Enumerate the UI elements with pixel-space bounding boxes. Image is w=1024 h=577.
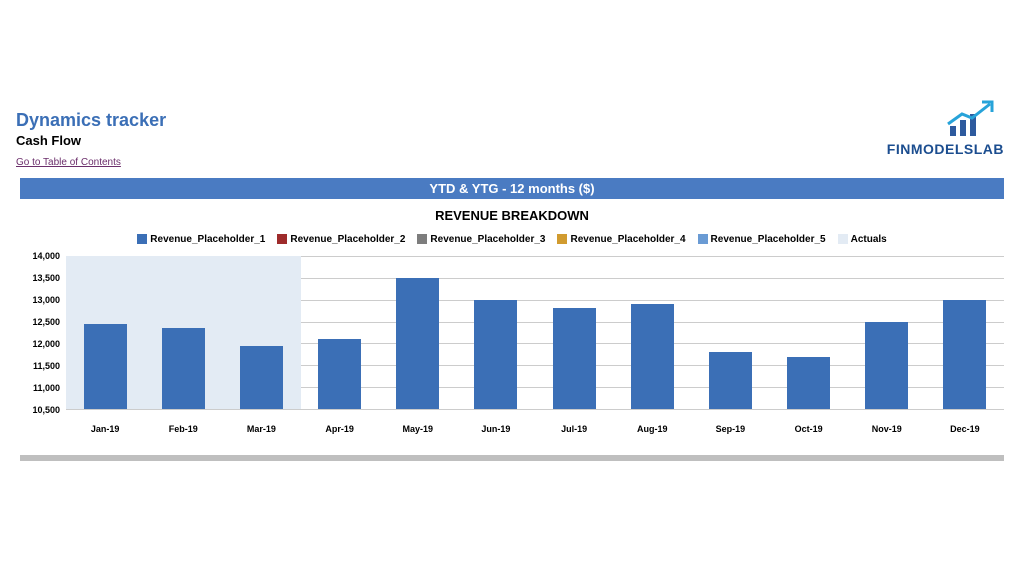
grid-line	[66, 409, 1004, 410]
x-label: Sep-19	[716, 424, 746, 434]
legend-swatch	[838, 234, 848, 244]
chart-area: 10,500 11,000 11,500 12,000 12,500 13,000 13,5…	[20, 250, 1004, 440]
logo-icon	[944, 100, 1004, 140]
chart-legend: Revenue_Placeholder_1 Revenue_Placeholder…	[0, 234, 1024, 245]
legend-item: Revenue_Placeholder_2	[277, 234, 405, 245]
bar	[709, 352, 752, 409]
x-label: Jan-19	[91, 424, 120, 434]
legend-swatch	[277, 234, 287, 244]
legend-item: Revenue_Placeholder_4	[557, 234, 685, 245]
logo: FINMODELSLAB	[887, 100, 1004, 157]
y-tick: 11,000	[33, 383, 60, 393]
page-subtitle: Cash Flow	[16, 133, 1008, 148]
legend-swatch	[137, 234, 147, 244]
chart-title: REVENUE BREAKDOWN	[0, 208, 1024, 223]
x-label: Mar-19	[247, 424, 276, 434]
x-label: Dec-19	[950, 424, 980, 434]
legend-label: Revenue_Placeholder_3	[430, 234, 545, 245]
x-label: Apr-19	[325, 424, 354, 434]
y-tick: 12,000	[32, 339, 60, 349]
legend-label: Revenue_Placeholder_4	[570, 234, 685, 245]
bar	[318, 339, 361, 409]
bar	[943, 300, 986, 409]
bar	[84, 324, 127, 409]
legend-swatch	[557, 234, 567, 244]
x-label: Jul-19	[561, 424, 587, 434]
bar	[240, 346, 283, 409]
x-label: Nov-19	[872, 424, 902, 434]
bar	[865, 322, 908, 409]
x-label: Feb-19	[169, 424, 198, 434]
legend-item: Actuals	[838, 234, 887, 245]
bar	[553, 308, 596, 409]
x-label: Jun-19	[481, 424, 510, 434]
x-label: Aug-19	[637, 424, 668, 434]
legend-swatch	[417, 234, 427, 244]
logo-text: FINMODELSLAB	[887, 141, 1004, 157]
legend-label: Revenue_Placeholder_2	[290, 234, 405, 245]
legend-label: Actuals	[851, 234, 887, 245]
y-tick: 11,500	[33, 361, 60, 371]
y-tick: 12,500	[32, 317, 60, 327]
legend-item: Revenue_Placeholder_3	[417, 234, 545, 245]
bar	[631, 304, 674, 409]
bar	[162, 328, 205, 409]
legend-item: Revenue_Placeholder_5	[698, 234, 826, 245]
page-title: Dynamics tracker	[16, 110, 1008, 131]
legend-label: Revenue_Placeholder_1	[150, 234, 265, 245]
y-axis: 10,50011,00011,50012,00012,50013,00013,5…	[20, 256, 64, 410]
toc-link[interactable]: Go to Table of Contents	[16, 157, 121, 168]
y-tick: 14,000	[32, 251, 60, 261]
legend-item: Revenue_Placeholder_1	[137, 234, 265, 245]
x-label: Oct-19	[795, 424, 823, 434]
x-label: May-19	[402, 424, 433, 434]
x-axis: Jan-19 Feb-19 Mar-19 Apr-19 May-19 Jun-19 Jul-…	[66, 416, 1004, 440]
chart-plot	[66, 256, 1004, 410]
legend-swatch	[698, 234, 708, 244]
y-tick: 13,000	[32, 295, 60, 305]
legend-label: Revenue_Placeholder_5	[711, 234, 826, 245]
y-tick: 10,500	[32, 405, 60, 415]
section-bar: YTD & YTG - 12 months ($)	[20, 178, 1004, 199]
scroll-bar[interactable]	[20, 455, 1004, 461]
bar	[474, 300, 517, 409]
bar	[787, 357, 830, 409]
y-tick: 13,500	[32, 273, 60, 283]
bar	[396, 278, 439, 409]
